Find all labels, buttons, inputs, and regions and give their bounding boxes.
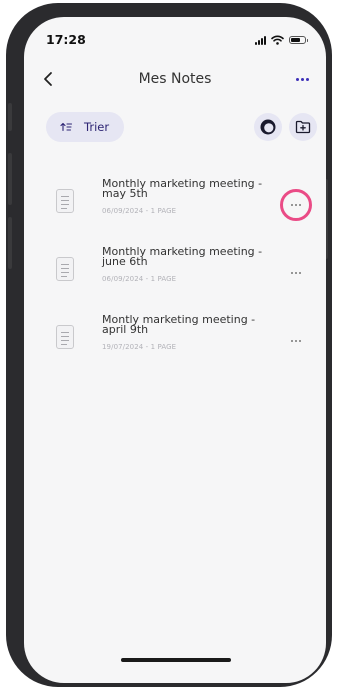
nav-bar: Mes Notes <box>24 61 326 97</box>
volume-up-button <box>8 153 12 205</box>
highlight-ring <box>280 189 312 221</box>
signal-icon <box>255 35 266 45</box>
note-list: Monthly marketing meeting - may 5th 06/0… <box>24 167 326 371</box>
note-title: Montly marketing meeting - april 9th <box>102 313 256 336</box>
wifi-icon <box>271 35 284 45</box>
home-indicator[interactable] <box>121 658 231 662</box>
record-icon <box>260 119 276 135</box>
more-horizontal-icon <box>291 340 301 342</box>
note-more-button[interactable] <box>282 259 310 287</box>
note-item[interactable]: Monthly marketing meeting - june 6th 06/… <box>24 235 326 303</box>
folder-plus-icon <box>295 120 311 134</box>
status-time: 17:28 <box>46 32 86 47</box>
header-more-button[interactable] <box>288 65 316 93</box>
status-bar: 17:28 <box>24 17 326 57</box>
note-meta: 19/07/2024 - 1 PAGE <box>102 343 177 351</box>
note-more-button[interactable] <box>282 327 310 355</box>
document-icon <box>56 325 74 349</box>
note-meta: 06/09/2024 - 1 PAGE <box>102 207 177 215</box>
note-item[interactable]: Montly marketing meeting - april 9th 19/… <box>24 303 326 371</box>
sort-button[interactable]: Trier <box>46 112 124 142</box>
note-meta: 06/09/2024 - 1 PAGE <box>102 275 177 283</box>
sort-icon <box>60 122 72 132</box>
note-title: Monthly marketing meeting - june 6th <box>102 245 263 268</box>
note-title: Monthly marketing meeting - may 5th <box>102 177 263 200</box>
document-icon <box>56 257 74 281</box>
note-item[interactable]: Monthly marketing meeting - may 5th 06/0… <box>24 167 326 235</box>
more-horizontal-icon <box>295 77 309 81</box>
app-screen: 17:28 Mes Notes Trier Monthly marketing … <box>24 17 326 683</box>
volume-down-button <box>8 217 12 269</box>
sort-button-label: Trier <box>84 120 110 134</box>
phone-frame: 17:28 Mes Notes Trier Monthly marketing … <box>6 3 332 687</box>
record-button[interactable] <box>254 113 282 141</box>
page-title: Mes Notes <box>138 71 212 87</box>
status-icons <box>255 35 308 45</box>
silent-switch <box>8 103 12 131</box>
more-horizontal-icon <box>291 272 301 274</box>
note-more-button[interactable] <box>280 189 312 221</box>
document-icon <box>56 189 74 213</box>
battery-icon <box>289 36 308 44</box>
add-note-button[interactable] <box>289 113 317 141</box>
